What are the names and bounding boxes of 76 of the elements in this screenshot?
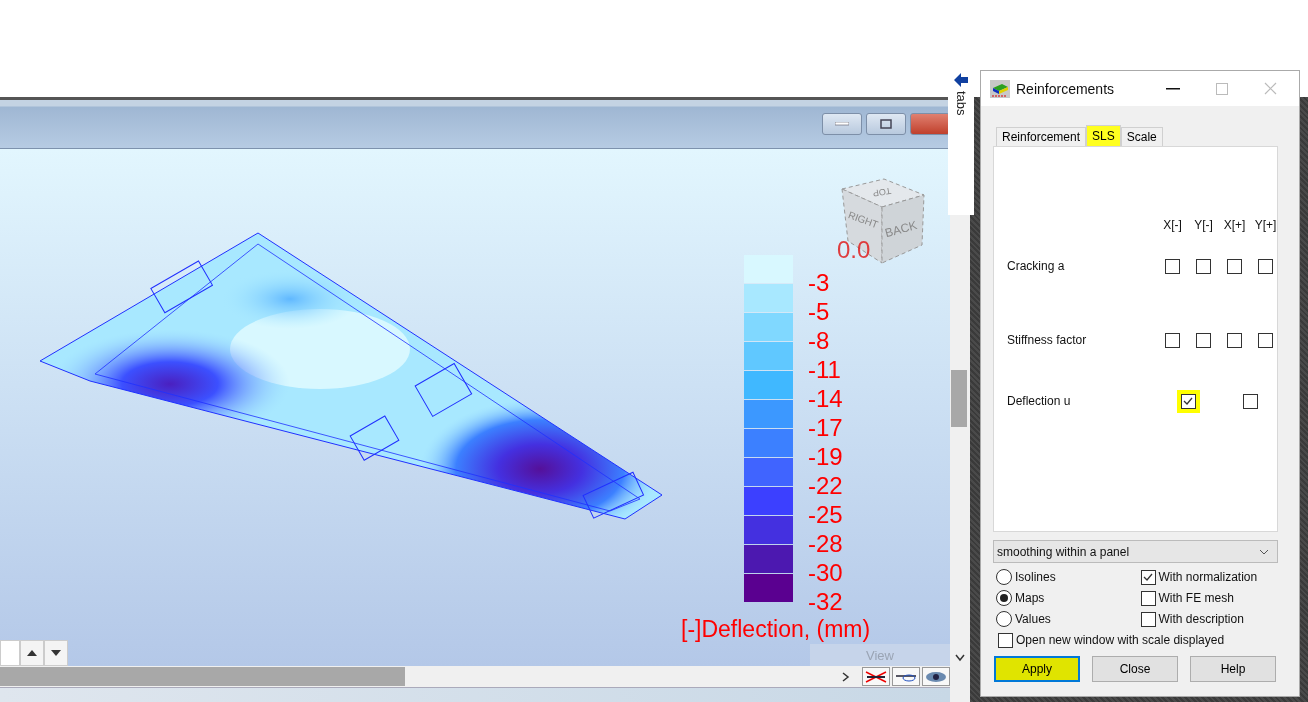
scale-label: 0.0 xyxy=(837,237,871,263)
tab[interactable]: Scale xyxy=(1120,127,1163,146)
side-tab[interactable]: tabs xyxy=(948,70,974,215)
column-header: X[-] xyxy=(1162,218,1183,232)
scale-label: -28 xyxy=(808,532,843,556)
column-header: X[+] xyxy=(1222,218,1247,232)
smoothing-dropdown[interactable]: smoothing within a panel xyxy=(993,540,1278,563)
maximize-button[interactable] xyxy=(866,113,906,135)
checkbox[interactable] xyxy=(1258,258,1273,274)
checkbox[interactable] xyxy=(1140,611,1156,627)
column-header: Y[-] xyxy=(1193,218,1214,232)
scrollbar-thumb[interactable] xyxy=(0,667,405,686)
scale-label: -17 xyxy=(808,416,843,440)
scale-label: -8 xyxy=(808,329,830,353)
checkbox[interactable] xyxy=(1227,332,1242,348)
checkbox[interactable] xyxy=(1140,569,1156,585)
checkbox-label: With FE mesh xyxy=(1158,591,1234,605)
row-label: Stiffness factor xyxy=(1007,333,1088,347)
checkbox[interactable] xyxy=(1227,258,1242,274)
scale-label: -19 xyxy=(808,445,843,469)
checkbox[interactable] xyxy=(1165,258,1180,274)
checkbox-label: With normalization xyxy=(1158,570,1258,584)
scale-label: -30 xyxy=(808,561,843,585)
checkbox[interactable] xyxy=(998,632,1013,648)
window-title: Reinforcements xyxy=(1016,80,1115,97)
dialog-button[interactable]: Close xyxy=(1092,656,1178,682)
tab[interactable]: SLS xyxy=(1086,125,1121,146)
checkbox-label: With description xyxy=(1158,612,1244,626)
scale-label: -32 xyxy=(808,590,843,614)
down-arrow-button[interactable] xyxy=(44,640,68,666)
up-triangle-icon xyxy=(27,650,37,656)
checkmark-icon xyxy=(1183,397,1193,405)
eye-icon[interactable] xyxy=(922,667,950,686)
row-label: Cracking a xyxy=(1007,259,1066,273)
scale-label: -22 xyxy=(808,474,843,498)
scrollbar-thumb[interactable] xyxy=(951,370,967,427)
scale-label: -14 xyxy=(808,387,843,411)
radio-label: Values xyxy=(1015,612,1051,626)
down-triangle-icon xyxy=(51,650,61,656)
radio-label: Isolines xyxy=(1015,570,1056,584)
radio-button[interactable] xyxy=(996,590,1012,606)
scale-label: -5 xyxy=(808,300,830,324)
maximize-icon xyxy=(880,119,892,129)
checkbox[interactable] xyxy=(1165,332,1180,348)
up-arrow-button[interactable] xyxy=(20,640,44,666)
legend-title: [-]Deflection, (mm) xyxy=(681,616,871,642)
dialog-button[interactable]: Apply xyxy=(994,656,1080,682)
checkbox[interactable] xyxy=(1140,590,1156,606)
app-icon xyxy=(990,79,1010,98)
chevron-down-icon[interactable] xyxy=(955,654,965,662)
arrow-left-icon xyxy=(954,73,968,87)
checkbox[interactable] xyxy=(1258,332,1273,348)
checkbox[interactable] xyxy=(1196,258,1211,274)
side-tab-label: tabs xyxy=(953,91,969,116)
chevron-down-icon xyxy=(1259,548,1269,555)
column-header: Y[+] xyxy=(1253,218,1278,232)
tab[interactable]: Reinforcement xyxy=(996,127,1087,146)
radio-button[interactable] xyxy=(996,611,1012,627)
close-button[interactable] xyxy=(910,113,950,135)
checkbox[interactable] xyxy=(1242,393,1258,409)
radio-label: Maps xyxy=(1015,591,1045,605)
checkbox[interactable] xyxy=(1196,332,1211,348)
minimize-icon xyxy=(835,122,849,126)
scale-label: -25 xyxy=(808,503,843,527)
radio-button[interactable] xyxy=(996,569,1012,585)
checkmark-icon xyxy=(1143,573,1153,581)
minimize-button[interactable] xyxy=(822,113,862,135)
checkbox-label: Open new window with scale displayed xyxy=(1016,633,1225,647)
dialog-button[interactable]: Help xyxy=(1190,656,1276,682)
scale-label: -11 xyxy=(808,358,841,382)
row-label: Deflection u xyxy=(1007,394,1072,408)
minimize-icon[interactable] xyxy=(1166,87,1180,90)
crossed-lines-icon[interactable] xyxy=(862,667,890,686)
scale-label: -3 xyxy=(808,271,830,295)
blank-field xyxy=(0,640,20,666)
chevron-right-icon[interactable] xyxy=(842,671,850,682)
